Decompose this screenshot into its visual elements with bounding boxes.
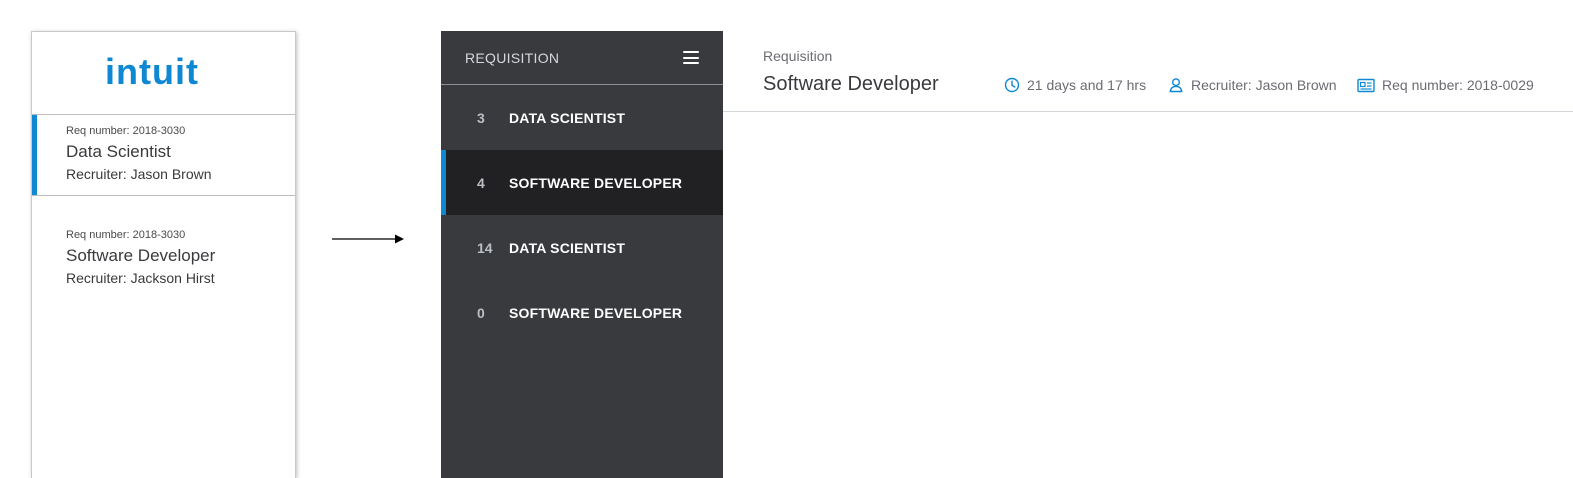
requisition-detail-header: Requisition Software Developer 21 days a… <box>723 31 1573 112</box>
sidebar-item-data-scientist[interactable]: 14 DATA SCIENTIST <box>441 215 723 280</box>
intuit-logo: intuit <box>105 56 199 90</box>
card-recruiter: Recruiter: Jason Brown <box>66 166 212 182</box>
requisition-card[interactable]: Req number: 2018-3030 Software Developer… <box>32 196 295 306</box>
card-req-number: Req number: 2018-3030 <box>66 229 186 241</box>
sidebar-item-count: 14 <box>477 239 493 256</box>
req-number-text: Req number: 2018-0029 <box>1382 77 1534 93</box>
clock-icon <box>1004 77 1020 93</box>
transition-arrow-icon <box>332 234 404 244</box>
card-req-number: Req number: 2018-3030 <box>66 125 186 137</box>
card-recruiter: Recruiter: Jackson Hirst <box>66 270 215 286</box>
sidebar-header: REQUISITION <box>441 31 723 85</box>
sidebar-item-label: DATA SCIENTIST <box>509 239 626 256</box>
recruiter-info: Recruiter: Jason Brown <box>1168 77 1337 93</box>
card-title: Data Scientist <box>66 142 171 161</box>
requisition-card[interactable]: Req number: 2018-3030 Data Scientist Rec… <box>32 115 295 196</box>
user-icon <box>1169 78 1183 93</box>
time-open-info: 21 days and 17 hrs <box>1004 77 1146 93</box>
breadcrumb: Requisition <box>763 48 833 64</box>
page-title: Software Developer <box>763 73 939 95</box>
sidebar-item-label: SOFTWARE DEVELOPER <box>509 174 683 191</box>
req-number-info: Req number: 2018-0029 <box>1357 77 1534 93</box>
recruiter-text: Recruiter: Jason Brown <box>1191 77 1337 93</box>
sidebar-item-label: SOFTWARE DEVELOPER <box>509 304 683 321</box>
sidebar-item-count: 3 <box>477 109 485 126</box>
requisition-list-panel: intuit Req number: 2018-3030 Data Scient… <box>31 31 296 478</box>
logo-area: intuit <box>32 32 295 115</box>
sidebar-item-count: 0 <box>477 304 485 321</box>
sidebar-item-software-developer[interactable]: 4 SOFTWARE DEVELOPER <box>441 150 723 215</box>
card-title: Software Developer <box>66 246 216 265</box>
id-card-icon <box>1357 78 1375 92</box>
sidebar-item-data-scientist[interactable]: 3 DATA SCIENTIST <box>441 85 723 150</box>
requisition-sidebar: REQUISITION 3 DATA SCIENTIST 4 SOFTWARE … <box>441 31 723 478</box>
hamburger-icon[interactable] <box>683 51 699 64</box>
time-open-text: 21 days and 17 hrs <box>1027 77 1147 93</box>
sidebar-item-count: 4 <box>477 174 485 191</box>
sidebar-item-label: DATA SCIENTIST <box>509 109 626 126</box>
intuit-logo-text: intuit <box>105 56 199 90</box>
sidebar-header-label: REQUISITION <box>465 49 560 66</box>
sidebar-item-software-developer[interactable]: 0 SOFTWARE DEVELOPER <box>441 280 723 345</box>
